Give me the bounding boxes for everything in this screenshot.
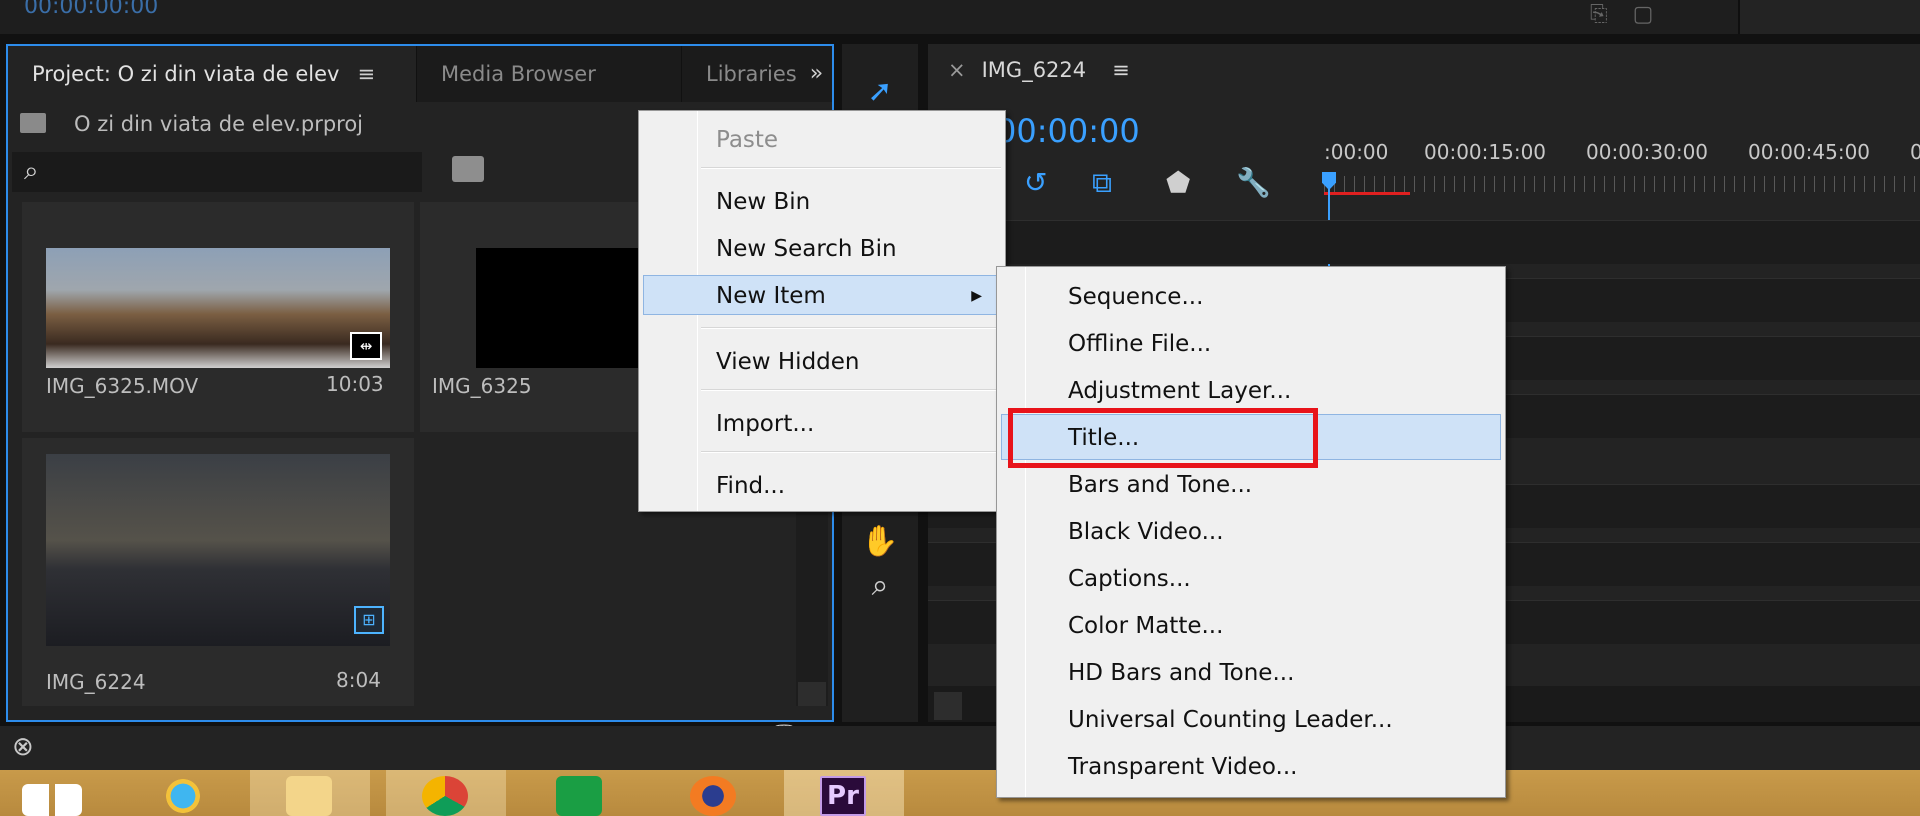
menu-item-paste[interactable]: Paste: [643, 119, 1001, 159]
submenu-item-sequence[interactable]: Sequence...: [1001, 273, 1501, 319]
media-thumbnail: [46, 454, 390, 646]
export-frame-icon[interactable]: ⎘: [1590, 2, 1608, 27]
tab-project[interactable]: Project: O zi din viata de elev ≡: [8, 46, 416, 102]
internet-explorer-icon: [160, 776, 206, 816]
premiere-pro-icon: Pr: [820, 776, 866, 816]
submenu-item-offline-file[interactable]: Offline File...: [1001, 320, 1501, 366]
new-search-bin-icon[interactable]: [452, 156, 484, 182]
taskbar-store[interactable]: [520, 770, 640, 816]
tab-timeline-sequence[interactable]: × IMG_6224 ≡: [948, 58, 1130, 82]
submenu-item-adjustment-layer[interactable]: Adjustment Layer...: [1001, 367, 1501, 413]
menu-item-new-bin[interactable]: New Bin: [643, 181, 1001, 221]
timeline-track[interactable]: [928, 220, 1920, 264]
program-monitor-controls[interactable]: ⎘ ▢: [1590, 2, 1700, 27]
file-explorer-icon: [286, 776, 332, 816]
taskbar-start[interactable]: [0, 770, 120, 816]
ruler-label: 00:00:15:00: [1424, 140, 1547, 164]
submenu-item-hd-bars-and-tone[interactable]: HD Bars and Tone...: [1001, 649, 1501, 695]
timeline-timecode[interactable]: 00:00:00: [996, 112, 1140, 150]
settings-square-icon[interactable]: ▢: [1633, 2, 1654, 27]
new-item-submenu: Sequence... Offline File... Adjustment L…: [996, 266, 1506, 798]
menu-item-label: New Item: [716, 283, 826, 309]
taskbar-firefox[interactable]: [654, 770, 774, 816]
submenu-item-transparent-video[interactable]: Transparent Video...: [1001, 743, 1501, 789]
scrollbar-thumb[interactable]: [798, 682, 826, 706]
top-right-panel: [1738, 0, 1920, 34]
audio-video-badge-icon: ⇹: [350, 332, 382, 360]
submenu-item-captions[interactable]: Captions...: [1001, 555, 1501, 601]
folder-up-icon[interactable]: [20, 113, 46, 133]
ruler-ticks: [1324, 176, 1920, 192]
media-item-name: IMG_6224: [46, 670, 146, 694]
menu-separator: [701, 451, 1001, 453]
chrome-icon: [422, 776, 468, 816]
media-thumbnail: [46, 248, 390, 368]
media-item-duration: 10:03: [326, 372, 384, 396]
timeline-settings-icon[interactable]: 🔧: [1236, 166, 1271, 199]
taskbar-file-explorer[interactable]: [250, 770, 370, 816]
selection-tool-icon[interactable]: ➚: [842, 74, 918, 109]
render-bar: [1324, 192, 1410, 195]
submenu-arrow-icon: ▶: [971, 288, 982, 304]
submenu-item-color-matte[interactable]: Color Matte...: [1001, 602, 1501, 648]
ruler-label: :00:00: [1324, 140, 1389, 164]
menu-separator: [701, 167, 1001, 169]
add-marker-icon[interactable]: ⬟: [1166, 166, 1190, 199]
project-panel-tabs: Project: O zi din viata de elev ≡ Media B…: [8, 46, 832, 102]
zoom-tool-icon[interactable]: ⌕: [842, 568, 918, 603]
context-menu: Paste New Bin New Search Bin New Item ▶ …: [638, 110, 1006, 512]
ruler-label: 00:00:30:00: [1586, 140, 1709, 164]
tab-project-label: Project: O zi din viata de elev: [32, 62, 340, 86]
hand-tool-icon[interactable]: ✋: [842, 524, 918, 559]
media-item-name: IMG_6325.MOV: [46, 374, 199, 398]
tab-media-browser[interactable]: Media Browser: [416, 46, 681, 102]
menu-item-new-item[interactable]: New Item ▶: [643, 275, 1001, 315]
menu-separator: [701, 389, 1001, 391]
scrollbar-thumb[interactable]: [934, 692, 962, 720]
start-icon: [22, 784, 82, 816]
creative-cloud-icon[interactable]: ⊗: [12, 732, 34, 762]
close-icon[interactable]: ×: [948, 58, 966, 82]
status-bar: ⊗: [0, 726, 1920, 770]
panel-menu-icon[interactable]: ≡: [357, 62, 375, 86]
ruler-label: 0: [1910, 140, 1920, 164]
menu-item-find[interactable]: Find...: [643, 465, 1001, 505]
program-timecode: 00:00:00:00: [24, 0, 159, 19]
menu-separator: [701, 327, 1001, 329]
search-icon: ⌕: [24, 156, 39, 186]
top-strip: 00:00:00:00 ⎘ ▢: [0, 0, 1920, 34]
menu-item-new-search-bin[interactable]: New Search Bin: [643, 228, 1001, 268]
nest-snap-icon[interactable]: ↺: [1024, 166, 1047, 199]
firefox-icon: [690, 776, 736, 816]
project-breadcrumb: O zi din viata de elev.prproj: [20, 112, 363, 148]
media-item[interactable]: ⇹ IMG_6325.MOV 10:03: [22, 202, 414, 432]
taskbar-premiere-pro[interactable]: Pr: [784, 770, 904, 816]
menu-item-import[interactable]: Import...: [643, 403, 1001, 443]
windows-taskbar: Pr: [0, 770, 1920, 816]
taskbar-chrome[interactable]: [386, 770, 506, 816]
project-file-name: O zi din viata de elev.prproj: [74, 112, 364, 136]
menu-item-view-hidden[interactable]: View Hidden: [643, 341, 1001, 381]
tab-overflow-icon[interactable]: »: [801, 46, 832, 102]
ruler-label: 00:00:45:00: [1748, 140, 1871, 164]
panel-menu-icon[interactable]: ≡: [1112, 58, 1130, 82]
submenu-item-universal-counting-leader[interactable]: Universal Counting Leader...: [1001, 696, 1501, 742]
media-thumbnail: [476, 248, 656, 368]
media-item[interactable]: IMG_6325: [420, 202, 656, 432]
store-icon: [556, 776, 602, 816]
submenu-item-black-video[interactable]: Black Video...: [1001, 508, 1501, 554]
media-item-name: IMG_6325: [432, 374, 532, 398]
media-item-duration: 8:04: [336, 668, 381, 692]
taskbar-internet-explorer[interactable]: [124, 770, 244, 816]
linked-selection-icon[interactable]: ⧉: [1092, 166, 1112, 200]
tab-libraries[interactable]: Libraries: [681, 46, 801, 102]
media-item[interactable]: ⊞ IMG_6224 8:04: [22, 438, 414, 706]
annotation-highlight-box: [1008, 408, 1318, 468]
sequence-badge-icon: ⊞: [354, 606, 384, 634]
sequence-tab-label: IMG_6224: [981, 58, 1087, 82]
search-input[interactable]: [12, 152, 422, 192]
